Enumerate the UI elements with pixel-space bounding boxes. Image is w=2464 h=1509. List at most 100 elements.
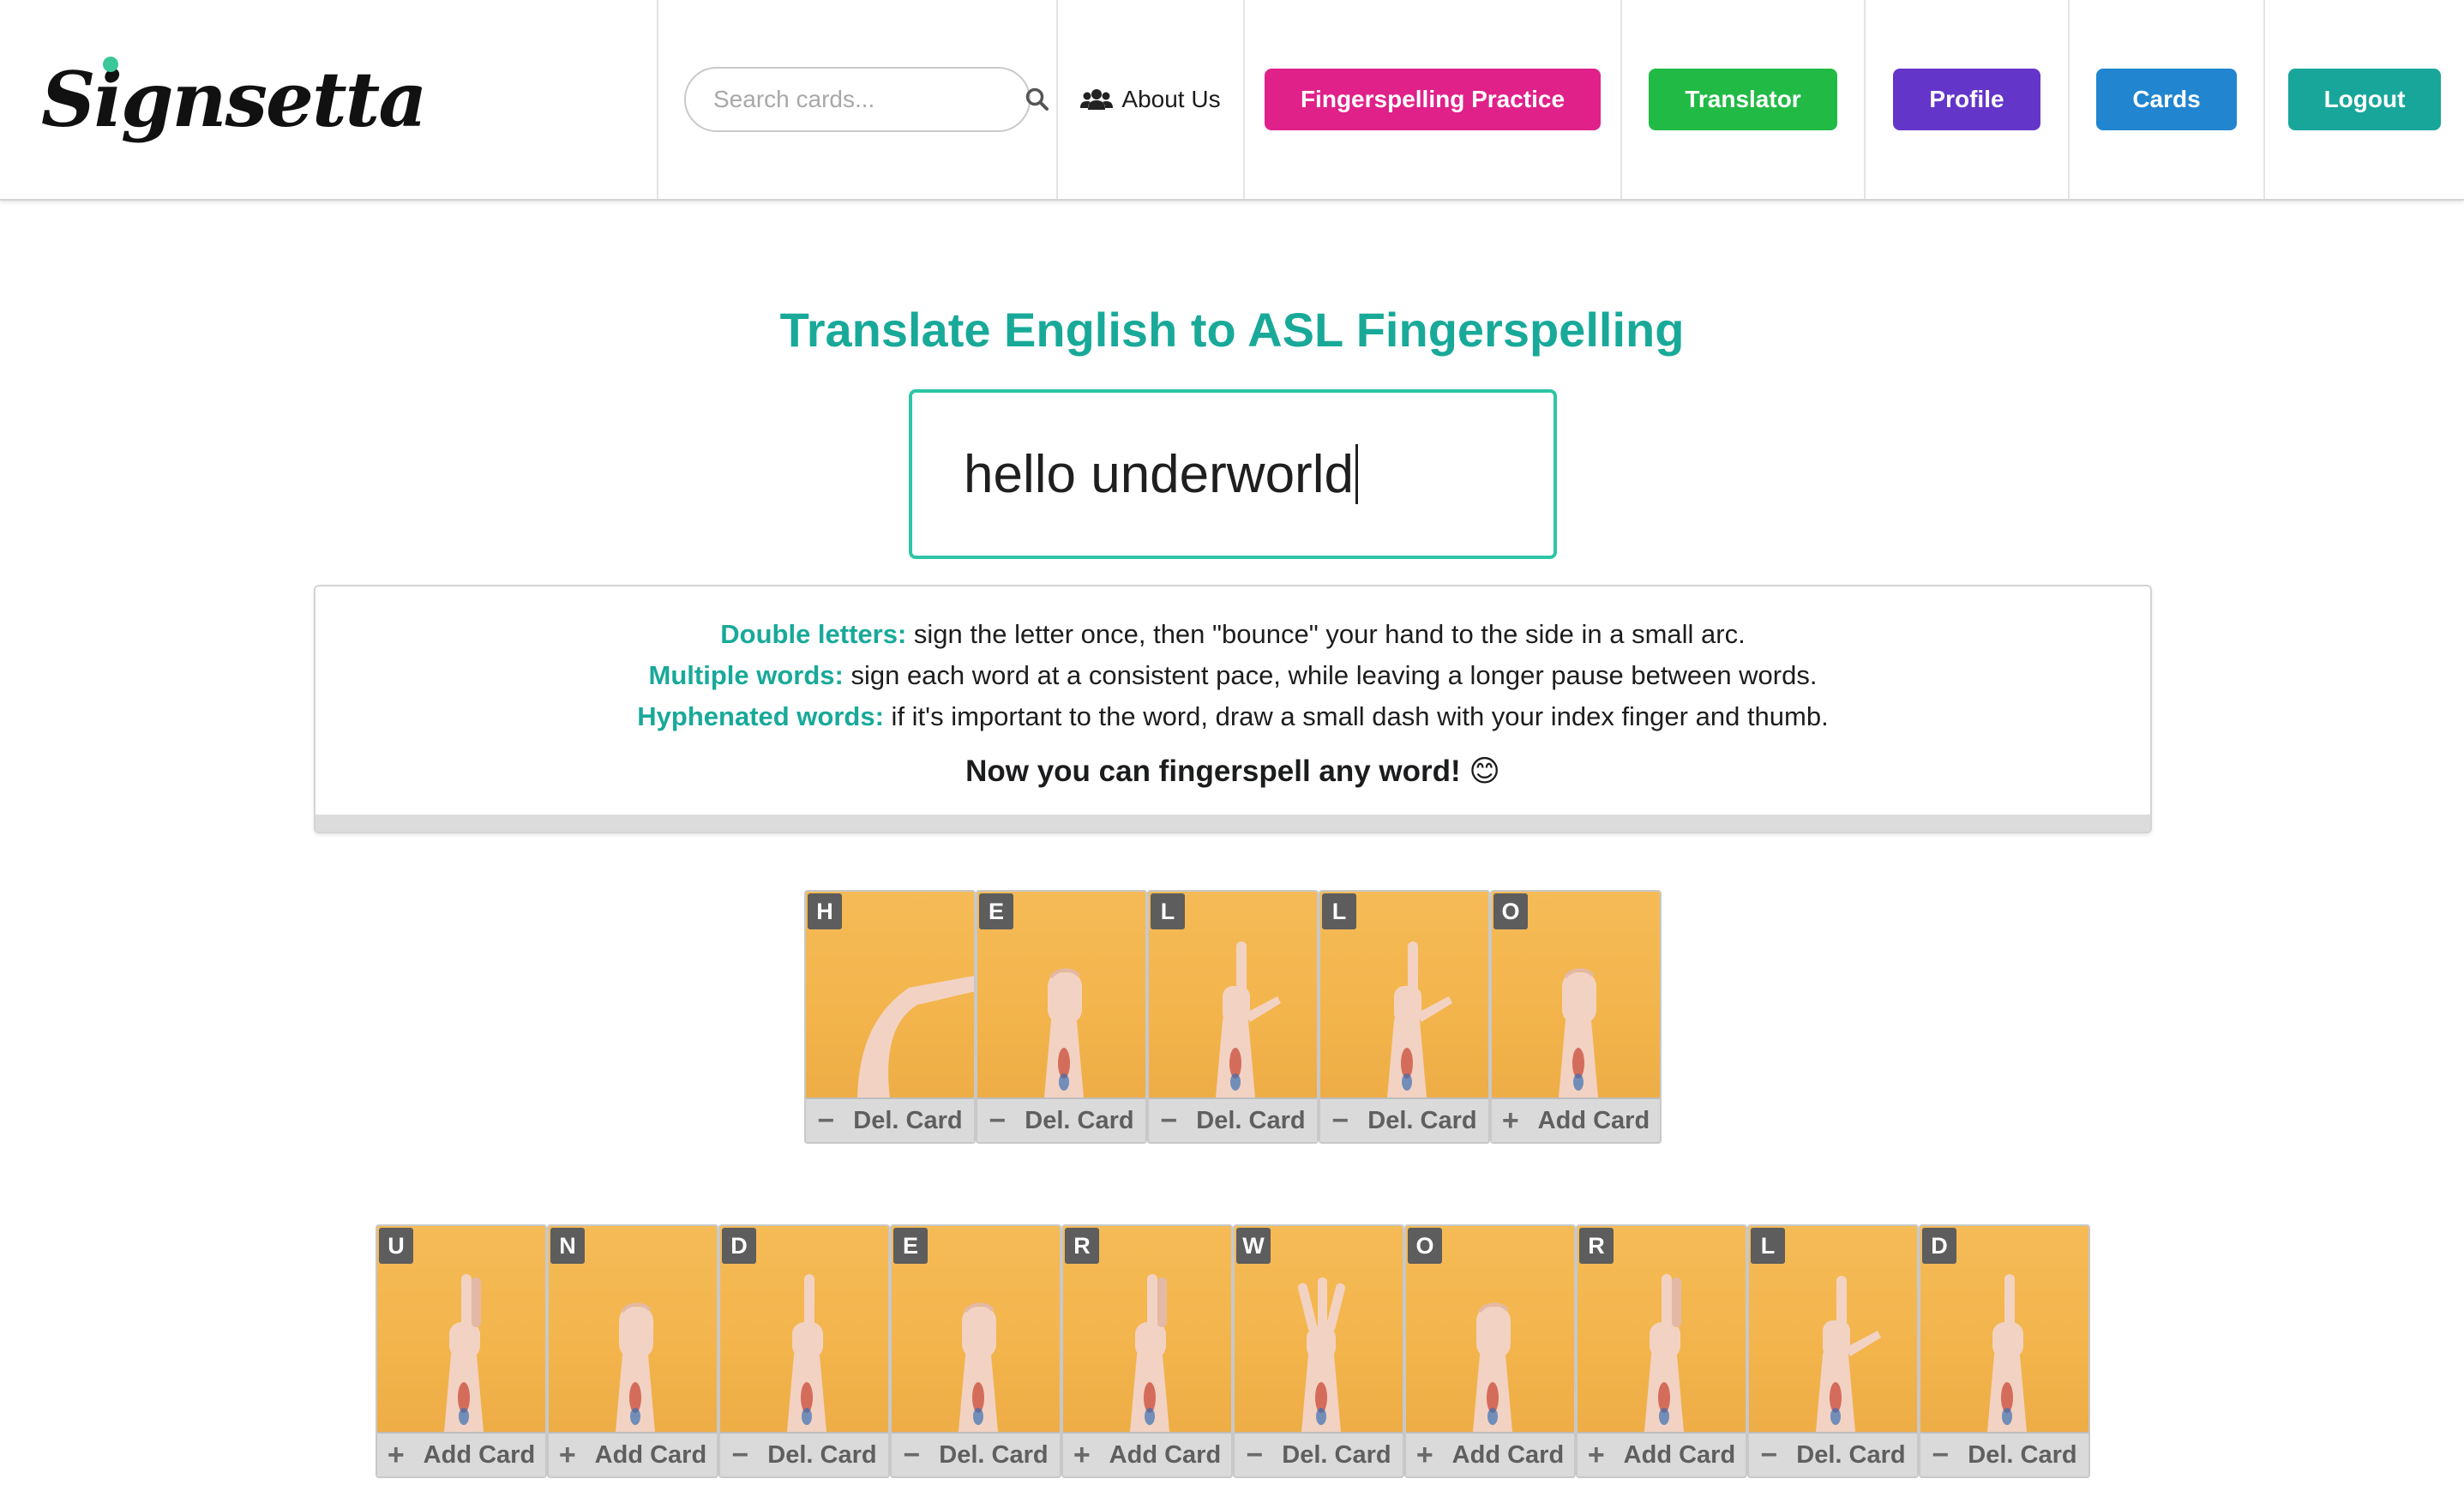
sign-card: D − Del. Card <box>1919 1224 2090 1478</box>
sign-image: L <box>1749 1226 1917 1432</box>
card-action-label: Del. Card <box>767 1440 877 1469</box>
sign-card: O + Add Card <box>1490 890 1662 1144</box>
card-action-label: Add Card <box>1451 1440 1565 1469</box>
card-action-button[interactable]: − Del. Card <box>1235 1432 1403 1476</box>
card-action-button[interactable]: − Del. Card <box>1920 1432 2088 1476</box>
sign-card: R + Add Card <box>1061 1224 1233 1478</box>
tips-list: Double letters: sign the letter once, th… <box>316 586 2150 737</box>
card-action-label: Del. Card <box>853 1106 963 1134</box>
nav-cell-logout: Logout <box>2265 0 2464 199</box>
tip-multiple-words: Multiple words: sign each word at a cons… <box>316 655 2150 696</box>
sign-card: L − Del. Card <box>1747 1224 1919 1478</box>
plus-icon: + <box>1501 1104 1519 1137</box>
minus-icon: − <box>903 1439 921 1471</box>
about-us-label: About Us <box>1121 86 1221 112</box>
card-action-label: Del. Card <box>1968 1440 2077 1469</box>
sign-image: R <box>1063 1226 1231 1432</box>
text-caret <box>1355 444 1358 504</box>
sign-card: D − Del. Card <box>718 1224 890 1478</box>
letter-badge: D <box>1922 1228 1956 1264</box>
card-action-label: Add Card <box>594 1440 707 1469</box>
tip-label: Double letters: <box>720 619 907 649</box>
page-title: Translate English to ASL Fingerspelling <box>779 303 1685 357</box>
card-action-button[interactable]: + Add Card <box>1063 1432 1231 1476</box>
nav-cell-cards: Cards <box>2070 0 2265 199</box>
logout-button[interactable]: Logout <box>2287 69 2442 130</box>
card-action-button[interactable]: + Add Card <box>1492 1097 1660 1142</box>
closing-message: Now you can fingerspell any word! 😊 <box>965 754 1500 788</box>
card-action-button[interactable]: − Del. Card <box>720 1432 888 1476</box>
sign-image: D <box>720 1226 888 1432</box>
letter-badge: E <box>893 1228 928 1264</box>
card-action-button[interactable]: − Del. Card <box>977 1097 1145 1142</box>
letter-badge: U <box>379 1228 413 1264</box>
letter-badge: W <box>1236 1228 1271 1264</box>
plus-icon: + <box>387 1439 405 1471</box>
tip-label: Multiple words: <box>648 660 844 690</box>
translator-button[interactable]: Translator <box>1649 69 1837 130</box>
minus-icon: − <box>1160 1104 1178 1137</box>
word-row-underworld: U + Add Card N + Add Card D − Del. Card E − Del. Ca… <box>376 1224 2090 1478</box>
card-action-button[interactable]: − Del. Card <box>806 1097 974 1142</box>
tip-label: Hyphenated words: <box>637 701 884 731</box>
card-action-label: Add Card <box>1109 1440 1222 1469</box>
sign-card: H − Del. Card <box>804 890 976 1144</box>
sign-image: O <box>1406 1226 1574 1432</box>
card-action-button[interactable]: + Add Card <box>549 1432 717 1476</box>
minus-icon: − <box>817 1104 835 1137</box>
letter-badge: R <box>1065 1228 1099 1264</box>
letter-badge: O <box>1408 1228 1442 1264</box>
search-icon[interactable] <box>1025 87 1050 112</box>
tip-text: sign each word at a consistent pace, whi… <box>843 660 1818 690</box>
letter-badge: N <box>550 1228 585 1264</box>
card-action-button[interactable]: − Del. Card <box>1320 1097 1488 1142</box>
card-action-label: Del. Card <box>1796 1440 1906 1469</box>
fingerspelling-practice-button[interactable]: Fingerspelling Practice <box>1264 69 1602 130</box>
logo-text: Signsetta <box>41 55 427 144</box>
sign-card: L − Del. Card <box>1147 890 1319 1144</box>
sign-image: H <box>806 892 974 1097</box>
panel-bottom-bar <box>316 815 2150 832</box>
card-action-label: Add Card <box>1537 1106 1650 1134</box>
users-icon <box>1080 87 1114 111</box>
translate-text-input[interactable]: hello underworld <box>909 389 1557 559</box>
sign-image: W <box>1235 1226 1403 1432</box>
about-us-link[interactable]: About Us <box>1058 0 1245 199</box>
letter-badge: H <box>808 893 842 929</box>
minus-icon: − <box>731 1439 749 1471</box>
brand-logo[interactable]: Signsetta <box>41 57 427 137</box>
letter-badge: D <box>722 1228 756 1264</box>
minus-icon: − <box>1760 1439 1778 1471</box>
sign-card: E − Del. Card <box>890 1224 1061 1478</box>
nav-cell-translator: Translator <box>1622 0 1866 199</box>
search-box <box>684 67 1049 132</box>
search-input[interactable] <box>712 85 1025 114</box>
search-cell <box>658 0 1058 199</box>
card-action-button[interactable]: + Add Card <box>1578 1432 1746 1476</box>
sign-image: L <box>1320 892 1488 1097</box>
plus-icon: + <box>1415 1439 1433 1471</box>
card-action-button[interactable]: + Add Card <box>377 1432 545 1476</box>
tip-text: if it's important to the word, draw a sm… <box>883 701 1829 731</box>
tip-text: sign the letter once, then "bounce" your… <box>906 619 1746 649</box>
letter-badge: L <box>1322 893 1356 929</box>
card-action-button[interactable]: + Add Card <box>1406 1432 1574 1476</box>
top-navbar: Signsetta About Us F <box>0 0 2464 201</box>
card-action-button[interactable]: − Del. Card <box>1149 1097 1317 1142</box>
card-action-label: Add Card <box>423 1440 536 1469</box>
profile-button[interactable]: Profile <box>1893 69 2040 130</box>
plus-icon: + <box>1073 1439 1091 1471</box>
card-action-button[interactable]: − Del. Card <box>892 1432 1060 1476</box>
minus-icon: − <box>989 1104 1007 1137</box>
nav-cell-profile: Profile <box>1866 0 2070 199</box>
letter-badge: O <box>1493 893 1528 929</box>
sign-image: E <box>977 892 1145 1097</box>
sign-card: U + Add Card <box>376 1224 547 1478</box>
card-action-button[interactable]: − Del. Card <box>1749 1432 1917 1476</box>
letter-badge: R <box>1579 1228 1614 1264</box>
cards-button[interactable]: Cards <box>2096 69 2237 130</box>
minus-icon: − <box>1331 1104 1349 1137</box>
sign-image: O <box>1492 892 1660 1097</box>
logo-accent-dot <box>103 57 118 72</box>
sign-card: E − Del. Card <box>976 890 1147 1144</box>
